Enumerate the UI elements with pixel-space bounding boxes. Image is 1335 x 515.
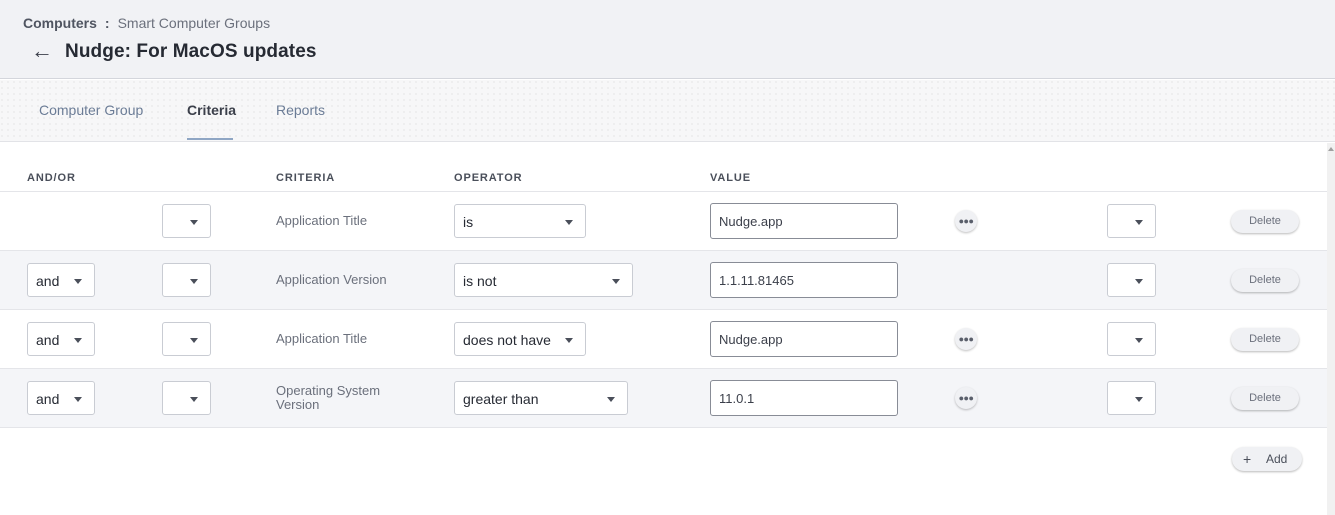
tab-computer-group[interactable]: Computer Group [39,102,143,118]
tab-bar: Computer Group Criteria Reports [0,80,1335,142]
and-or-select[interactable]: and [27,322,95,356]
operator-select[interactable]: does not have [454,322,586,356]
caret-down-icon [74,397,82,402]
open-paren-select[interactable] [162,322,211,356]
tab-criteria[interactable]: Criteria [187,102,236,118]
and-or-select[interactable]: and [27,263,95,297]
page-header: Computers : Smart Computer Groups ← Nudg… [0,0,1335,79]
value-input[interactable] [710,380,898,416]
criteria-label: Application Version [276,272,387,287]
caret-down-icon [74,279,82,284]
value-input[interactable] [710,203,898,239]
caret-down-icon [190,220,198,225]
header-and-or: AND/OR [27,172,76,184]
delete-button[interactable]: Delete [1231,269,1299,292]
close-paren-select[interactable] [1107,204,1156,238]
table-header: AND/OR CRITERIA OPERATOR VALUE [0,160,1327,192]
close-paren-select[interactable] [1107,322,1156,356]
header-criteria: CRITERIA [276,172,336,184]
delete-button[interactable]: Delete [1231,328,1299,351]
delete-button[interactable]: Delete [1231,387,1299,410]
delete-button[interactable]: Delete [1231,210,1299,233]
breadcrumb-root[interactable]: Computers [23,15,97,31]
page-title: Nudge: For MacOS updates [65,41,317,62]
table-row: and Application Title does not have ●●● … [0,310,1327,369]
caret-down-icon [612,279,620,284]
caret-down-icon [607,397,615,402]
caret-down-icon [1135,338,1143,343]
criteria-label: Application Title [276,213,368,228]
open-paren-select[interactable] [162,381,211,415]
ellipsis-icon[interactable]: ●●● [955,210,977,232]
operator-select[interactable]: is not [454,263,633,297]
breadcrumb: Computers : Smart Computer Groups [23,15,270,31]
criteria-label: Application Title [276,331,368,346]
caret-down-icon [74,338,82,343]
caret-down-icon [1135,220,1143,225]
table-row: and Application Version is not Delete [0,251,1327,310]
and-or-select[interactable]: and [27,381,95,415]
criteria-label: Operating System Version [276,383,381,412]
value-input[interactable] [710,262,898,298]
table-row: and Operating System Version greater tha… [0,369,1327,428]
back-arrow-icon[interactable]: ← [31,38,53,64]
header-value: VALUE [710,172,751,184]
add-button-label: Add [1266,452,1288,466]
scroll-up-icon[interactable] [1328,147,1334,151]
caret-down-icon [565,338,573,343]
breadcrumb-current[interactable]: Smart Computer Groups [118,15,271,31]
criteria-table: AND/OR CRITERIA OPERATOR VALUE Applicati… [0,160,1327,428]
caret-down-icon [1135,397,1143,402]
value-input[interactable] [710,321,898,357]
caret-down-icon [190,397,198,402]
caret-down-icon [190,279,198,284]
operator-select[interactable]: is [454,204,586,238]
open-paren-select[interactable] [162,204,211,238]
plus-icon: + [1243,451,1252,467]
ellipsis-icon[interactable]: ●●● [955,387,977,409]
tab-reports[interactable]: Reports [276,102,325,118]
close-paren-select[interactable] [1107,381,1156,415]
active-tab-indicator [187,138,233,140]
close-paren-select[interactable] [1107,263,1156,297]
table-row: Application Title is ●●● Delete [0,192,1327,251]
header-operator: OPERATOR [454,172,523,184]
caret-down-icon [565,220,573,225]
caret-down-icon [1135,279,1143,284]
ellipsis-icon[interactable]: ●●● [955,328,977,350]
caret-down-icon [190,338,198,343]
add-criteria-button[interactable]: + Add [1232,447,1302,471]
open-paren-select[interactable] [162,263,211,297]
breadcrumb-separator: : [104,15,110,31]
operator-select[interactable]: greater than [454,381,628,415]
vertical-scrollbar[interactable] [1327,143,1335,515]
